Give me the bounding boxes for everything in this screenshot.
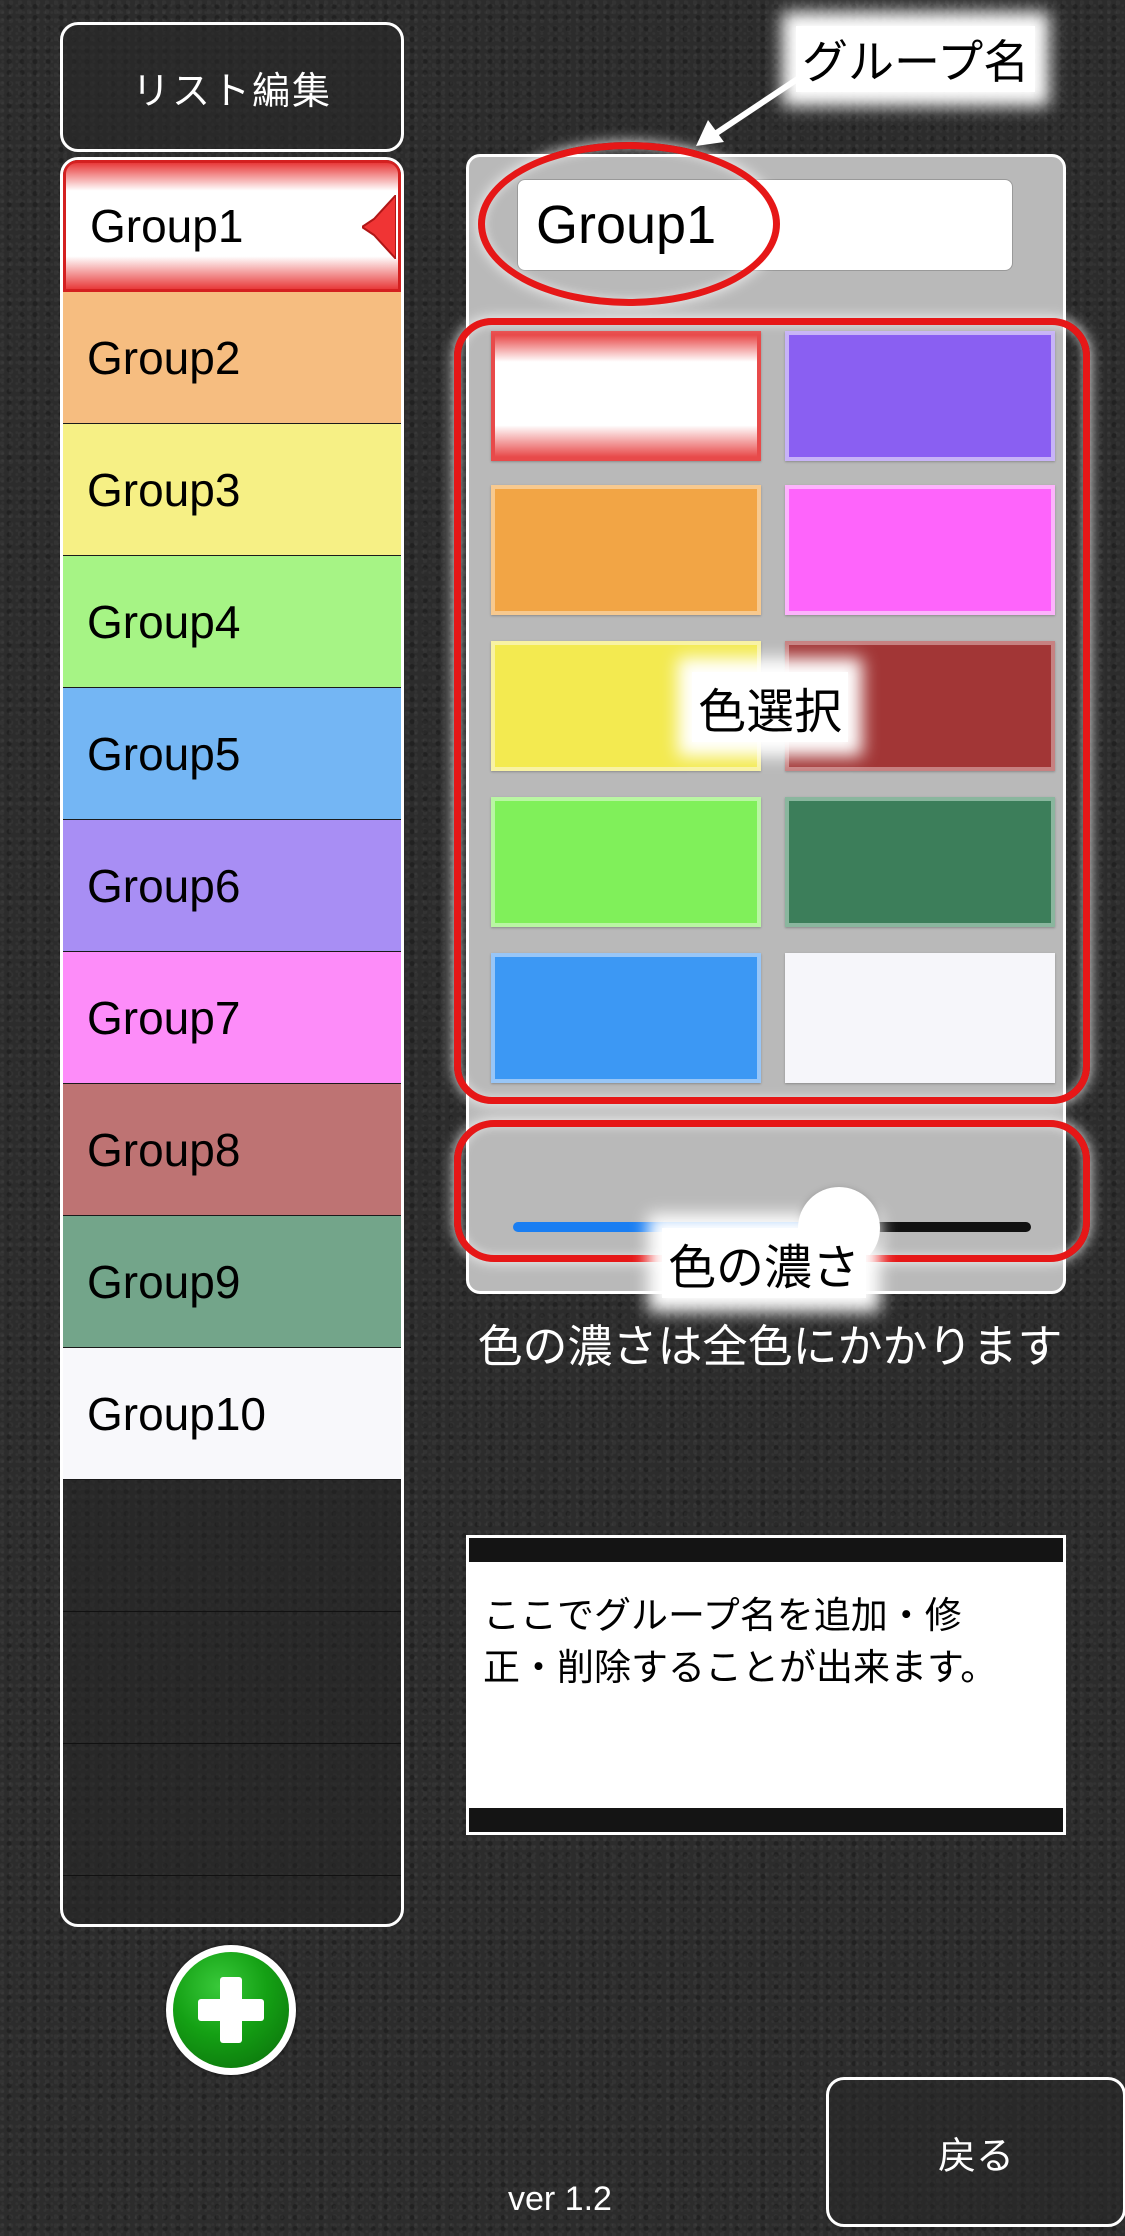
group-row-6[interactable]: Group6: [63, 820, 401, 952]
group-row-label: Group8: [87, 1123, 241, 1176]
intensity-hint: 色の濃さは全色にかかります: [477, 1320, 1063, 1373]
arrow-icon: [696, 73, 804, 146]
empty-row[interactable]: [63, 1876, 401, 1924]
group-row-label: Group3: [87, 463, 241, 516]
group-row-label: Group10: [87, 1387, 267, 1440]
group-row-5[interactable]: Group5: [63, 688, 401, 820]
info-line: ここでグループ名を追加・修: [483, 1594, 962, 1637]
group-row-label: Group2: [87, 331, 241, 384]
plus-icon: [173, 1952, 289, 2068]
add-group-button[interactable]: [166, 1945, 296, 2075]
group-row-9[interactable]: Group9: [63, 1216, 401, 1348]
group-row-label: Group4: [87, 595, 241, 648]
group-row-10[interactable]: Group10: [63, 1348, 401, 1480]
info-text: ここでグループ名を追加・修 正・削除することが出来ます。: [469, 1562, 1063, 1808]
group-row-1[interactable]: Group1: [63, 160, 401, 292]
color-intensity-callout: 色の濃さ: [662, 1228, 867, 1298]
selection-arrow-icon: [362, 195, 396, 259]
group-row-7[interactable]: Group7: [63, 952, 401, 1084]
group-row-2[interactable]: Group2: [63, 292, 401, 424]
empty-row[interactable]: [63, 1744, 401, 1876]
group-row-8[interactable]: Group8: [63, 1084, 401, 1216]
version-label: ver 1.2: [508, 2180, 612, 2218]
group-row-3[interactable]: Group3: [63, 424, 401, 556]
back-button[interactable]: 戻る: [826, 2077, 1125, 2227]
info-box: ここでグループ名を追加・修 正・削除することが出来ます。: [466, 1535, 1066, 1835]
group-row-4[interactable]: Group4: [63, 556, 401, 688]
empty-row[interactable]: [63, 1612, 401, 1744]
group-row-label: Group6: [87, 859, 241, 912]
group-row-label: Group1: [90, 200, 244, 252]
group-row-label: Group7: [87, 991, 241, 1044]
group-row-label: Group5: [87, 727, 241, 780]
color-select-callout: 色選択: [692, 672, 849, 742]
info-line: 正・削除することが出来ます。: [483, 1646, 998, 1689]
group-list: Group1 Group2 Group3 Group4 Group5 Group…: [60, 157, 404, 1927]
group-row-label: Group9: [87, 1255, 241, 1308]
group-name-callout: グループ名: [796, 26, 1036, 92]
group-name-highlight: [478, 142, 780, 306]
empty-row[interactable]: [63, 1480, 401, 1612]
list-edit-button[interactable]: リスト編集: [60, 22, 404, 152]
